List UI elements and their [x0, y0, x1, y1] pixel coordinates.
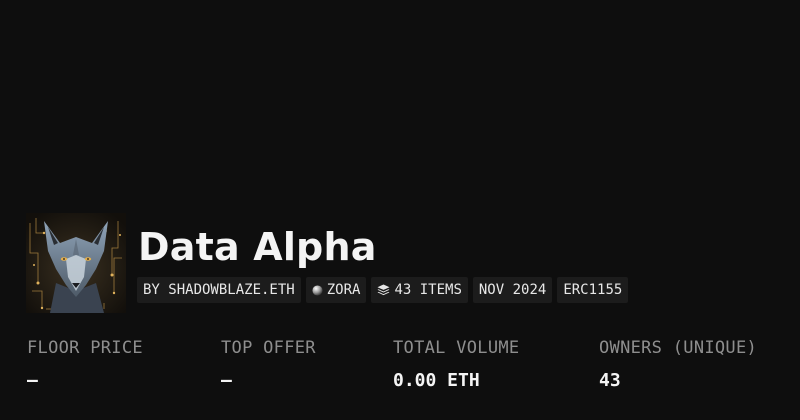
floor-price-stat: FLOOR PRICE — — [27, 336, 143, 393]
top-offer-stat: TOP OFFER — — [221, 336, 316, 393]
owners-label: OWNERS (UNIQUE) — [599, 338, 758, 358]
collection-tags: BY SHADOWBLAZE.ETH ZORA 43 ITEMS NOV 202… — [137, 277, 629, 303]
network-label: ZORA — [326, 282, 361, 298]
collection-banner — [0, 0, 800, 210]
stack-icon — [377, 284, 390, 296]
items-label: 43 ITEMS — [394, 282, 462, 298]
total-volume-label: TOTAL VOLUME — [393, 338, 520, 358]
total-volume-stat: TOTAL VOLUME 0.00 ETH — [393, 336, 519, 393]
floor-price-value: — — [27, 370, 38, 391]
network-tag[interactable]: ZORA — [305, 277, 367, 303]
collection-title: Data Alpha — [138, 225, 377, 269]
collection-avatar — [26, 213, 126, 313]
date-label: NOV 2024 — [478, 282, 547, 298]
standard-tag: ERC1155 — [557, 277, 629, 303]
items-tag[interactable]: 43 ITEMS — [371, 277, 468, 303]
standard-label: ERC1155 — [563, 282, 623, 298]
creator-label: BY SHADOWBLAZE.ETH — [143, 282, 295, 298]
floor-price-label: FLOOR PRICE — [27, 338, 143, 358]
top-offer-value: — — [221, 370, 232, 391]
owners-stat: OWNERS (UNIQUE) 43 — [599, 336, 757, 393]
date-tag: NOV 2024 — [472, 277, 553, 303]
creator-tag[interactable]: BY SHADOWBLAZE.ETH — [137, 277, 301, 303]
collection-stats: FLOOR PRICE — TOP OFFER — TOTAL VOLUME 0… — [0, 336, 800, 406]
total-volume-value: 0.00 ETH — [393, 370, 480, 391]
zora-orb-icon — [312, 284, 323, 296]
wolf-artwork-icon — [26, 213, 126, 313]
top-offer-label: TOP OFFER — [221, 338, 316, 358]
owners-value: 43 — [599, 370, 621, 391]
